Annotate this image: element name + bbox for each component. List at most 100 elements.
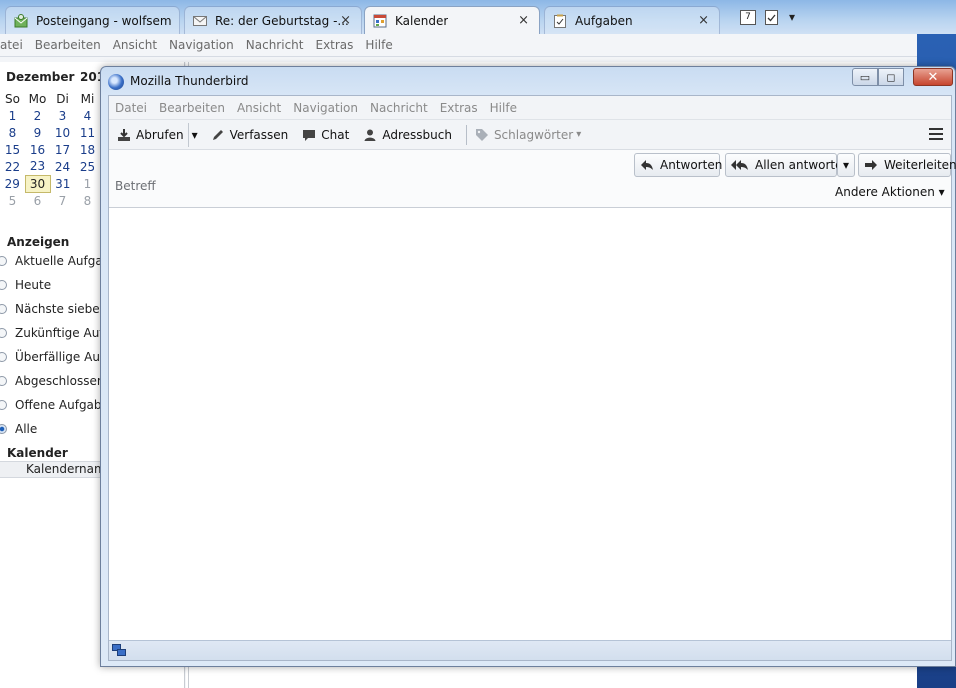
message-window: Mozilla Thunderbird ▭ ◻ ✕ Datei Bearbeit…: [100, 66, 956, 667]
task-mode-icon[interactable]: [765, 10, 778, 25]
window-titlebar[interactable]: Mozilla Thunderbird ▭ ◻ ✕: [101, 67, 956, 95]
day-cell[interactable]: 16: [25, 141, 50, 158]
tab-list-dropdown-icon[interactable]: ▾: [789, 10, 795, 24]
day-cell[interactable]: 18: [75, 141, 100, 158]
tags-button[interactable]: Schlagwörter ▾: [471, 123, 585, 147]
get-messages-dropdown[interactable]: ▾: [187, 122, 201, 147]
day-cell[interactable]: 23: [25, 158, 50, 175]
day-cell[interactable]: 8: [0, 124, 25, 141]
close-tab-icon[interactable]: ×: [518, 13, 529, 28]
reply-all-arrow-icon: [731, 159, 749, 171]
close-window-button[interactable]: ✕: [913, 68, 953, 86]
menu-help[interactable]: Hilfe: [365, 38, 392, 52]
close-tab-icon[interactable]: ×: [698, 13, 709, 28]
filter-option[interactable]: Überfällige Aufg: [0, 347, 112, 367]
compose-button[interactable]: Verfassen: [207, 123, 293, 147]
menu-file[interactable]: atei: [0, 38, 23, 52]
forward-button[interactable]: Weiterleiten: [858, 153, 956, 177]
day-cell[interactable]: 4: [75, 107, 100, 124]
day-cell[interactable]: 17: [50, 141, 75, 158]
day-cell[interactable]: 29: [0, 175, 25, 192]
radio-button[interactable]: [0, 328, 7, 338]
tab-tasks[interactable]: Aufgaben ×: [544, 6, 720, 34]
message-body[interactable]: [109, 208, 951, 640]
menu-help[interactable]: Hilfe: [490, 101, 517, 115]
envelope-icon: [193, 14, 207, 28]
weekday-label: Di: [56, 91, 69, 106]
minicalendar-month[interactable]: Dezember: [6, 70, 74, 84]
day-cell[interactable]: 25: [75, 158, 100, 175]
filter-option[interactable]: Abgeschlossene: [0, 371, 112, 391]
filter-option-selected[interactable]: Alle: [0, 419, 37, 439]
reply-all-dropdown[interactable]: ▾: [837, 153, 855, 177]
menu-edit[interactable]: Bearbeiten: [35, 38, 101, 52]
radio-button[interactable]: [0, 304, 7, 314]
day-cell[interactable]: 15: [0, 141, 25, 158]
radio-button[interactable]: [0, 280, 7, 290]
close-tab-icon[interactable]: ×: [340, 13, 351, 28]
day-cell[interactable]: 9: [25, 124, 50, 141]
menu-edit[interactable]: Bearbeiten: [159, 101, 225, 115]
menu-navigation[interactable]: Navigation: [293, 101, 358, 115]
app-menu-icon[interactable]: [929, 128, 943, 143]
chat-button[interactable]: Chat: [298, 123, 353, 147]
chat-bubble-icon: [302, 128, 316, 142]
tags-label: Schlagwörter: [493, 127, 574, 142]
menu-file[interactable]: Datei: [115, 101, 147, 115]
menu-view[interactable]: Ansicht: [113, 38, 157, 52]
filter-option[interactable]: Heute: [0, 275, 51, 295]
menu-navigation[interactable]: Navigation: [169, 38, 234, 52]
online-status-icon[interactable]: [112, 644, 126, 657]
day-cell[interactable]: 24: [50, 158, 75, 175]
day-cell-today[interactable]: 30: [24, 174, 51, 193]
menu-message[interactable]: Nachricht: [246, 38, 304, 52]
reply-arrow-icon: [640, 159, 654, 171]
day-cell[interactable]: 22: [0, 158, 25, 175]
tab-label: Re: der Geburtstag -...: [215, 13, 349, 28]
maximize-button[interactable]: ◻: [878, 68, 904, 86]
reply-label: Antworten: [660, 158, 723, 172]
filter-title: Anzeigen: [7, 235, 70, 249]
addressbook-button[interactable]: Adressbuch: [359, 123, 456, 147]
day-cell[interactable]: 2: [25, 107, 50, 124]
reply-all-button[interactable]: Allen antworten: [725, 153, 850, 177]
day-cell-next-month[interactable]: 8: [75, 192, 100, 209]
filter-option-label: Alle: [15, 422, 38, 436]
minimize-button[interactable]: ▭: [852, 68, 878, 86]
radio-button[interactable]: [0, 400, 7, 410]
radio-button[interactable]: [0, 256, 7, 266]
calendar-mode-icon[interactable]: 7: [740, 10, 756, 25]
day-cell[interactable]: 10: [50, 124, 75, 141]
day-cell-next-month[interactable]: 6: [25, 192, 50, 209]
background-menubar: atei Bearbeiten Ansicht Navigation Nachr…: [0, 34, 917, 56]
filter-option[interactable]: Offene Aufgabe: [0, 395, 109, 415]
tab-calendar[interactable]: Kalender ×: [364, 6, 540, 34]
day-cell-next-month[interactable]: 7: [50, 192, 75, 209]
forward-arrow-icon: [864, 159, 878, 171]
menu-tools[interactable]: Extras: [440, 101, 478, 115]
other-actions-button[interactable]: Andere Aktionen ▾: [835, 185, 945, 199]
day-cell-next-month[interactable]: 1: [75, 175, 100, 192]
main-toolbar: Abrufen ▾ Verfassen Chat Adressbuch Schl…: [109, 120, 951, 150]
filter-option[interactable]: Aktuelle Aufgab: [0, 251, 110, 271]
menu-message[interactable]: Nachricht: [370, 101, 428, 115]
get-messages-button[interactable]: Abrufen: [113, 123, 188, 147]
day-cell[interactable]: 1: [0, 107, 25, 124]
reply-button[interactable]: Antworten: [634, 153, 723, 177]
tab-reply-message[interactable]: Re: der Geburtstag -... ×: [184, 6, 362, 34]
radio-button[interactable]: [0, 352, 7, 362]
radio-button-selected[interactable]: [0, 424, 7, 434]
menu-view[interactable]: Ansicht: [237, 101, 281, 115]
day-cell[interactable]: 31: [50, 175, 75, 192]
menu-tools[interactable]: Extras: [315, 38, 353, 52]
filter-option-label: Heute: [15, 278, 52, 292]
day-cell[interactable]: 3: [50, 107, 75, 124]
day-cell[interactable]: 11: [75, 124, 100, 141]
forward-label: Weiterleiten: [884, 158, 956, 172]
tab-inbox[interactable]: Posteingang - wolfsem...: [5, 6, 180, 34]
radio-button[interactable]: [0, 376, 7, 386]
day-cell-next-month[interactable]: 5: [0, 192, 25, 209]
window-content: Datei Bearbeiten Ansicht Navigation Nach…: [108, 95, 956, 661]
filter-option[interactable]: Zukünftige Aufg: [0, 323, 111, 343]
tags-dropdown-icon: ▾: [576, 129, 582, 140]
